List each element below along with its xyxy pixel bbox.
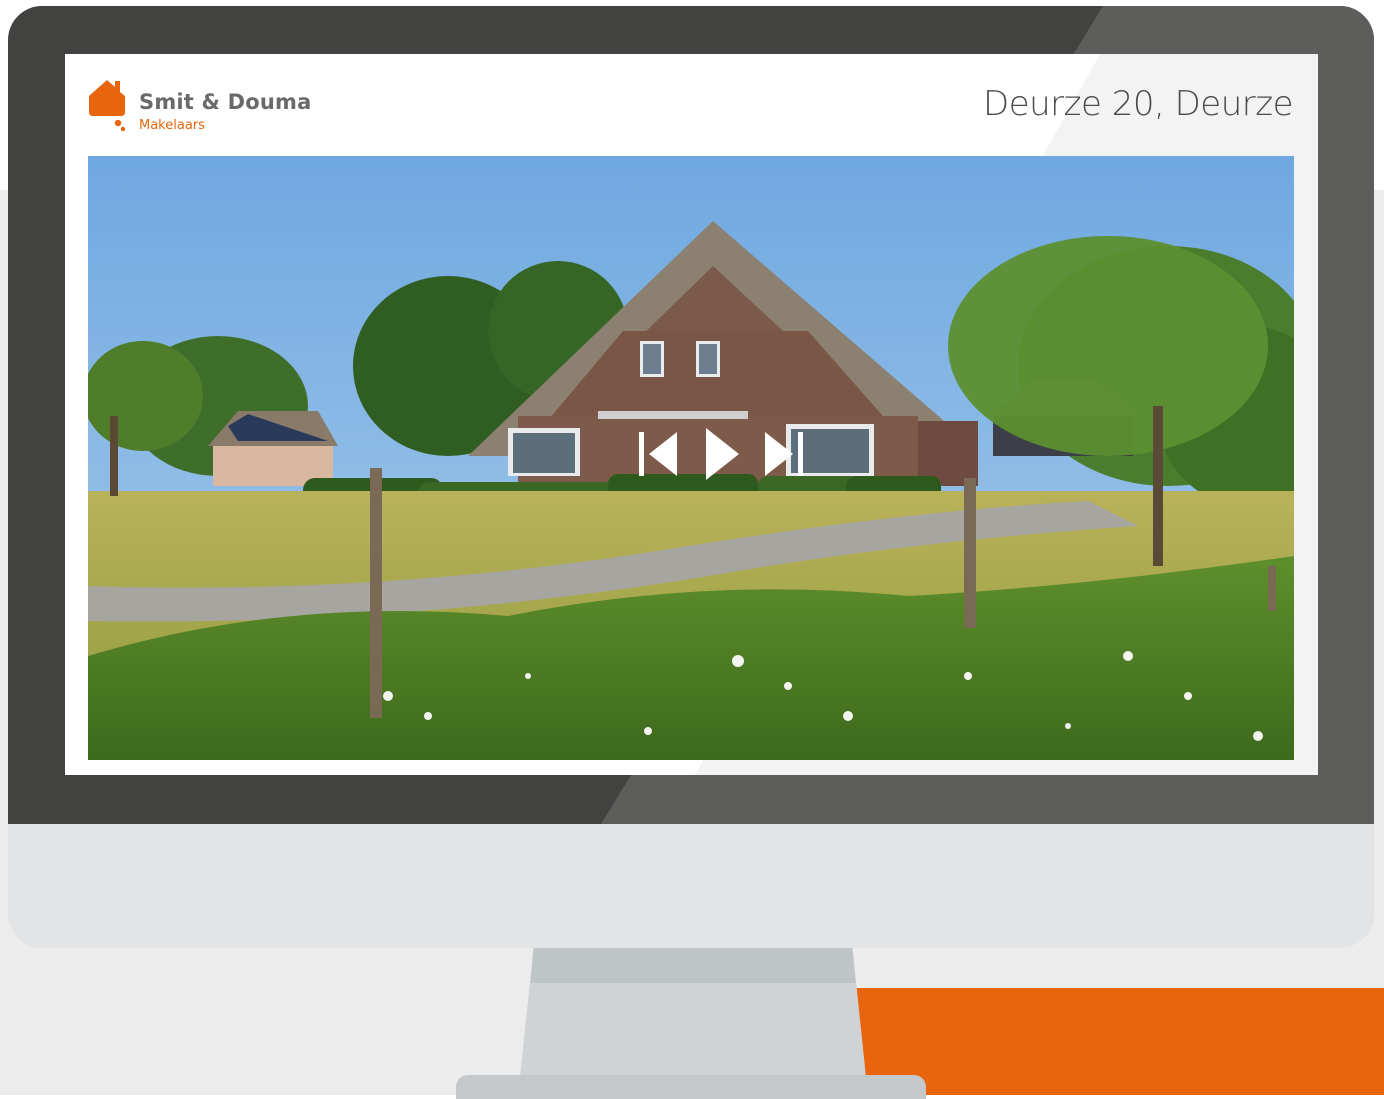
monitor-stand-base (456, 1075, 926, 1099)
listing-address: Deurze 20, Deurze (983, 84, 1293, 124)
listing-photo[interactable] (88, 156, 1294, 760)
play-button[interactable] (703, 428, 741, 480)
screen: Smit & Douma Makelaars Deurze 20, Deurze (65, 54, 1318, 775)
orange-accent-block (848, 988, 1384, 1095)
skip-next-icon (765, 432, 803, 476)
monitor: Smit & Douma Makelaars Deurze 20, Deurze (8, 6, 1374, 948)
desktop-mockup: Smit & Douma Makelaars Deurze 20, Deurze (0, 0, 1384, 1099)
monitor-chin (8, 824, 1374, 948)
play-icon (706, 428, 739, 480)
brand-name: Smit & Douma (139, 90, 312, 114)
previous-slide-button[interactable] (639, 428, 685, 480)
next-slide-button[interactable] (759, 428, 805, 480)
brand-logo[interactable]: Smit & Douma Makelaars (87, 76, 327, 138)
monitor-stand-shadow (530, 945, 856, 983)
slideshow-controls (639, 428, 805, 480)
brand-subtitle: Makelaars (139, 118, 205, 133)
house-icon (89, 80, 126, 132)
skip-previous-icon (639, 432, 677, 476)
